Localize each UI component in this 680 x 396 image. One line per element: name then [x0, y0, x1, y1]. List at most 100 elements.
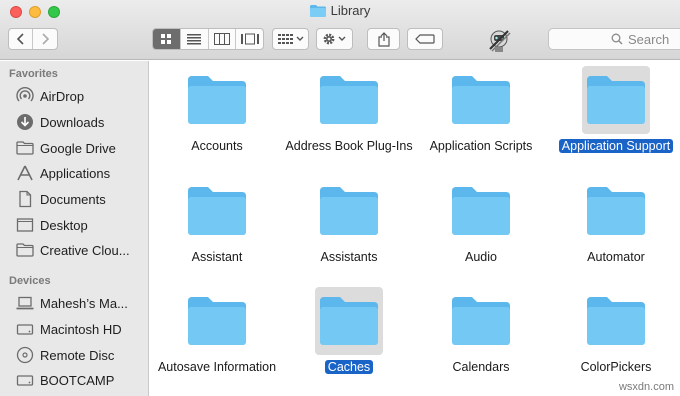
folder-item[interactable]: Accounts	[151, 66, 283, 154]
sidebar-item-airdrop[interactable]: AirDrop	[16, 85, 84, 107]
folder-icon	[16, 141, 34, 155]
sidebar-item-google-drive[interactable]: Google Drive	[16, 137, 116, 159]
sidebar-item-label: Documents	[40, 191, 106, 207]
folder-item[interactable]: Autosave Information	[151, 287, 283, 375]
list-icon	[187, 34, 202, 45]
sidebar-item-applications[interactable]: Applications	[16, 162, 110, 184]
forward-button[interactable]	[33, 29, 57, 49]
share-icon	[377, 31, 390, 47]
folder-item[interactable]: ColorPickers	[550, 287, 680, 375]
chevron-right-icon	[42, 33, 50, 45]
sidebar-item-label: AirDrop	[40, 88, 85, 104]
sidebar-item-label: Mahesh’s Ma...	[40, 295, 128, 311]
folder-icon-wrap	[315, 66, 383, 134]
folder-icon-wrap	[183, 66, 251, 134]
sidebar-item-label: Downloads	[40, 114, 105, 130]
folder-name: Assistant	[191, 250, 243, 264]
chevron-left-icon	[16, 33, 24, 45]
arrange-button[interactable]	[272, 28, 309, 50]
folder-icon-wrap	[582, 66, 650, 134]
folder-name: Automator	[587, 250, 645, 264]
tag-icon	[415, 34, 435, 44]
folder-icon	[587, 297, 645, 345]
desktop-icon	[16, 218, 34, 232]
folder-icon	[452, 187, 510, 235]
action-button[interactable]	[316, 28, 353, 50]
folder-name: Calendars	[452, 360, 510, 374]
folder-icon	[188, 297, 246, 345]
column-view-button[interactable]	[209, 29, 237, 49]
folder-icon	[452, 76, 510, 124]
gallery-view-button[interactable]	[236, 29, 263, 49]
sidebar-item-label: Macintosh HD	[40, 321, 122, 337]
sidebar-item-creative-cloud[interactable]: Creative Clou...	[16, 239, 130, 261]
toolbar-app-icon[interactable]	[484, 25, 514, 55]
sidebar-item-label: BOOTCAMP	[40, 372, 115, 388]
folder-icon	[587, 187, 645, 235]
list-view-button[interactable]	[181, 29, 209, 49]
devices-header: Devices	[9, 275, 51, 287]
share-button[interactable]	[367, 28, 400, 50]
search-field[interactable]: Search	[548, 28, 680, 50]
folder-icon-wrap	[447, 287, 515, 355]
folder-name: Address Book Plug-Ins	[285, 139, 413, 153]
sidebar-item-label: Applications	[40, 165, 111, 181]
folder-icon-wrap	[447, 177, 515, 245]
sidebar-item-label: Google Drive	[40, 140, 116, 156]
view-mode-group	[152, 28, 264, 50]
sidebar-item-documents[interactable]: Documents	[16, 188, 106, 210]
harddisk-icon	[16, 324, 34, 335]
folder-name: Application Scripts	[429, 139, 533, 153]
icon-view-button[interactable]	[153, 29, 181, 49]
window-toolbar: Library Search	[0, 0, 680, 60]
folder-icon	[320, 187, 378, 235]
sidebar-item-macbook[interactable]: Mahesh’s Ma...	[16, 292, 128, 314]
folder-icon	[320, 76, 378, 124]
folder-name: Audio	[465, 250, 497, 264]
disc-icon	[16, 346, 34, 364]
automator-robot-icon	[489, 30, 511, 52]
sidebar-item-label: Remote Disc	[40, 347, 115, 363]
folder-name: Autosave Information	[157, 360, 277, 374]
folder-icon-wrap	[315, 287, 383, 355]
folder-item[interactable]: Application Scripts	[415, 66, 547, 154]
folder-item[interactable]: Assistants	[283, 177, 415, 265]
folder-item[interactable]: Automator	[550, 177, 680, 265]
folder-item-selected[interactable]: Application Support	[550, 66, 680, 154]
folder-item-selected[interactable]: Caches	[283, 287, 415, 375]
arrange-grid-icon	[277, 34, 303, 44]
document-icon	[19, 190, 32, 208]
folder-name: ColorPickers	[580, 360, 652, 374]
folder-icon-wrap	[582, 177, 650, 245]
folder-item[interactable]: Calendars	[415, 287, 547, 375]
folder-item[interactable]: Address Book Plug-Ins	[283, 66, 415, 154]
folder-name: Application Support	[558, 139, 674, 153]
back-forward-group	[8, 28, 58, 50]
sidebar-item-label: Creative Clou...	[40, 242, 130, 258]
folder-icon	[188, 187, 246, 235]
grid-icon	[161, 34, 172, 44]
folder-icon	[16, 243, 34, 257]
search-icon	[611, 33, 623, 45]
folder-icon-wrap	[183, 177, 251, 245]
folder-icon-wrap	[183, 287, 251, 355]
downloads-icon	[17, 114, 33, 130]
sidebar-item-remote-disc[interactable]: Remote Disc	[16, 344, 114, 366]
sidebar-item-bootcamp[interactable]: BOOTCAMP	[16, 369, 114, 391]
sidebar-item-downloads[interactable]: Downloads	[16, 111, 104, 133]
window-title: Library	[0, 3, 680, 18]
favorites-header: Favorites	[9, 68, 58, 80]
sidebar-item-desktop[interactable]: Desktop	[16, 214, 88, 236]
sidebar-item-macintosh-hd[interactable]: Macintosh HD	[16, 318, 122, 340]
folder-grid: Accounts Address Book Plug-Ins Applicati…	[150, 61, 680, 396]
folder-item[interactable]: Audio	[415, 177, 547, 265]
columns-icon	[213, 33, 230, 45]
folder-item[interactable]: Assistant	[151, 177, 283, 265]
tag-button[interactable]	[407, 28, 443, 50]
back-button[interactable]	[9, 29, 34, 49]
gallery-icon	[240, 33, 259, 45]
laptop-icon	[16, 296, 34, 310]
sidebar: Favorites AirDrop Downloads Google Drive…	[0, 61, 149, 396]
window-title-label: Library	[330, 3, 371, 18]
watermark: wsxdn.com	[618, 381, 674, 393]
